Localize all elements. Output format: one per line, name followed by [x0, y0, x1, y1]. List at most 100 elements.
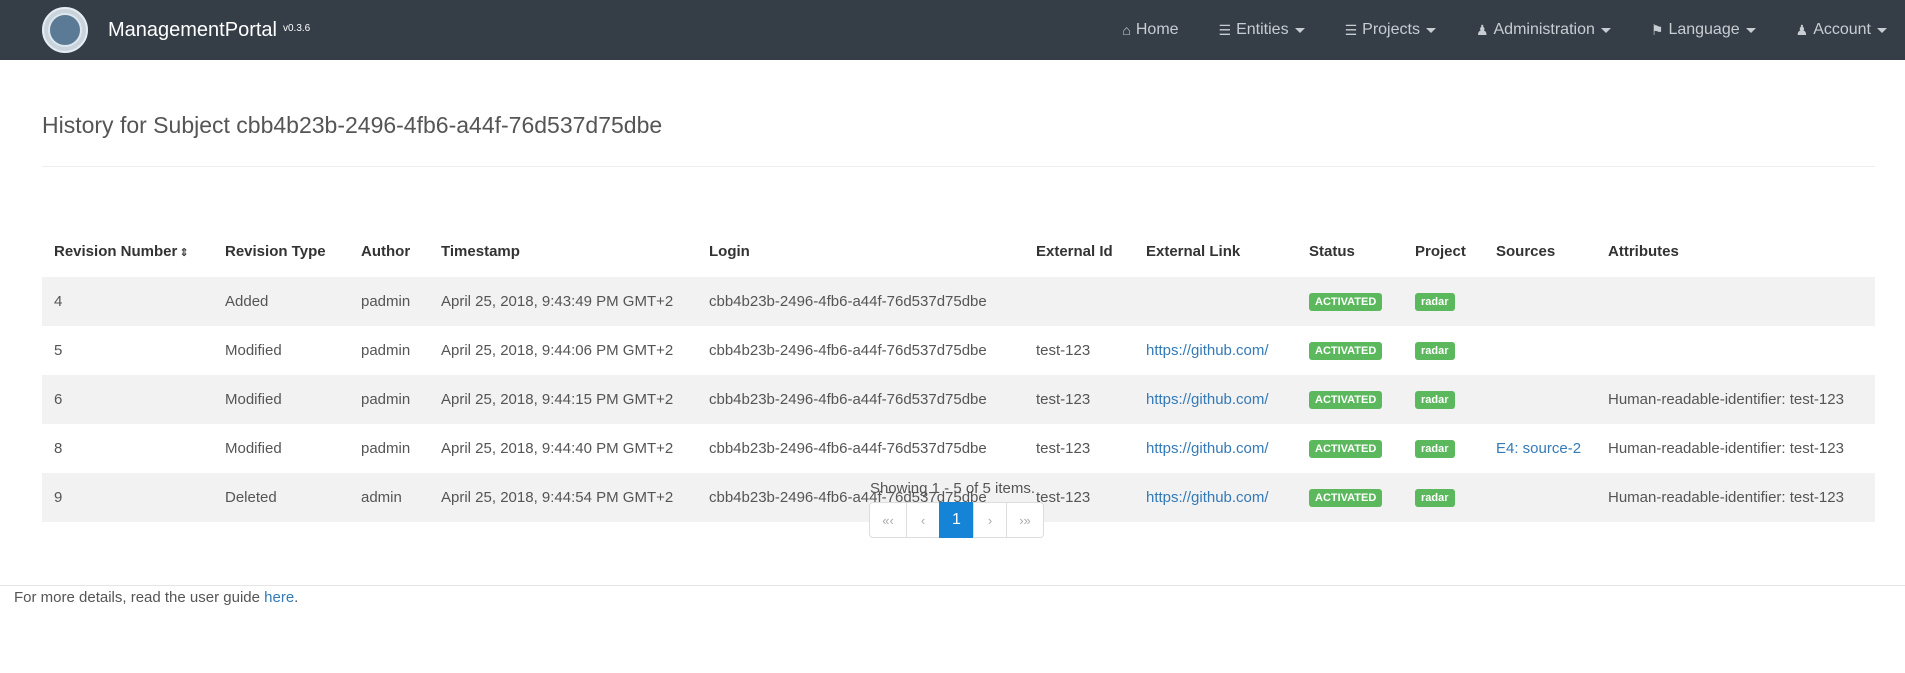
app-logo-icon	[42, 7, 88, 53]
nav-entities[interactable]: ☰ Entities	[1219, 21, 1305, 39]
cell-author: padmin	[361, 342, 411, 359]
cell-external-id	[1024, 277, 1134, 326]
cell-external-link: https://github.com/	[1134, 424, 1297, 473]
list-icon: ☰	[1218, 21, 1232, 38]
col-revision-type: Revision Type	[225, 243, 326, 260]
version-label: v0.3.6	[282, 22, 311, 34]
table-header-row: Revision Number ⇕ Revision Type Author Ti…	[42, 226, 1875, 277]
user-guide-link[interactable]: here	[264, 589, 294, 606]
brand-name[interactable]: ManagementPortal	[108, 19, 277, 42]
col-author: Author	[361, 243, 411, 260]
cell-external-link: https://github.com/	[1134, 375, 1297, 424]
nav-entities-label: Entities	[1236, 21, 1289, 38]
chevron-down-icon	[1425, 27, 1436, 33]
cell-type: Modified	[225, 342, 282, 359]
project-badge[interactable]: radar	[1415, 342, 1455, 360]
cell-external-id: test-123	[1036, 391, 1091, 408]
cell-project: radar	[1403, 326, 1484, 375]
nav-administration-label: Administration	[1493, 21, 1595, 38]
cell-login: cbb4b23b-2496-4fb6-a44f-76d537d75dbe	[709, 391, 987, 408]
chevron-down-icon	[1877, 27, 1887, 33]
nav-projects-label: Projects	[1362, 21, 1420, 38]
home-icon: ⌂	[1122, 22, 1131, 38]
cell-project: radar	[1403, 375, 1484, 424]
cell-external-link	[1134, 277, 1297, 326]
cell-external-id: test-123	[1036, 342, 1091, 359]
cell-author: padmin	[361, 391, 411, 408]
cell-project: radar	[1403, 277, 1484, 326]
table-row: 8 Modified padmin April 25, 2018, 9:44:4…	[42, 424, 1875, 473]
prev-page-button[interactable]: ‹	[906, 502, 940, 538]
cell-login: cbb4b23b-2496-4fb6-a44f-76d537d75dbe	[709, 293, 987, 310]
top-navbar: ManagementPortal v0.3.6 ⌂ Home ☰ Entitie…	[0, 0, 1905, 60]
brand[interactable]: ManagementPortal v0.3.6	[42, 0, 310, 60]
nav-account[interactable]: ♟ Account	[1796, 21, 1887, 39]
table-row: 6 Modified padmin April 25, 2018, 9:44:1…	[42, 375, 1875, 424]
cell-revision: 8	[54, 440, 63, 457]
nav-language[interactable]: ⚑ Language	[1651, 21, 1756, 39]
cell-status: ACTIVATED	[1297, 375, 1403, 424]
history-table: Revision Number ⇕ Revision Type Author Ti…	[42, 226, 1875, 522]
status-badge: ACTIVATED	[1309, 440, 1383, 458]
cell-project: radar	[1403, 424, 1484, 473]
source-link[interactable]: E4: source-2	[1496, 440, 1581, 457]
col-sources: Sources	[1496, 243, 1556, 260]
page-title: History for Subject cbb4b23b-2496-4fb6-a…	[42, 112, 663, 138]
page-1-button[interactable]: 1	[939, 502, 974, 538]
project-badge[interactable]: radar	[1415, 391, 1455, 409]
col-timestamp: Timestamp	[441, 243, 520, 260]
project-badge[interactable]: radar	[1415, 440, 1455, 458]
cell-type: Modified	[225, 391, 282, 408]
external-link[interactable]: https://github.com/	[1146, 440, 1269, 457]
cell-timestamp: April 25, 2018, 9:44:15 PM GMT+2	[441, 391, 674, 408]
user-plus-icon: ♟	[1475, 21, 1489, 38]
cell-status: ACTIVATED	[1297, 277, 1403, 326]
footer-divider	[0, 585, 1905, 586]
chevron-down-icon	[1294, 27, 1305, 33]
flag-icon: ⚑	[1650, 21, 1664, 38]
next-page-button[interactable]: ›	[973, 502, 1007, 538]
cell-sources: E4: source-2	[1484, 424, 1596, 473]
cell-timestamp: April 25, 2018, 9:44:40 PM GMT+2	[441, 440, 674, 457]
divider	[42, 166, 1875, 167]
col-revision-number[interactable]: Revision Number ⇕	[42, 226, 213, 277]
col-external-link: External Link	[1146, 243, 1241, 260]
cell-revision: 5	[54, 342, 63, 359]
last-page-button[interactable]: ›»	[1006, 502, 1044, 538]
table-row: 5 Modified padmin April 25, 2018, 9:44:0…	[42, 326, 1875, 375]
cell-type: Modified	[225, 440, 282, 457]
first-page-button[interactable]: «‹	[869, 502, 907, 538]
nav-menu: ⌂ Home ☰ Entities ☰ Projects ♟ Administr…	[1082, 0, 1887, 60]
external-link[interactable]: https://github.com/	[1146, 342, 1269, 359]
project-badge[interactable]: radar	[1415, 293, 1455, 311]
nav-home[interactable]: ⌂ Home	[1122, 21, 1178, 39]
user-icon: ♟	[1795, 21, 1809, 38]
cell-attributes	[1596, 326, 1875, 375]
nav-account-label: Account	[1813, 21, 1871, 38]
cell-author: padmin	[361, 440, 411, 457]
cell-timestamp: April 25, 2018, 9:44:06 PM GMT+2	[441, 342, 674, 359]
cell-timestamp: April 25, 2018, 9:43:49 PM GMT+2	[441, 293, 674, 310]
chevron-down-icon	[1600, 27, 1611, 33]
cell-status: ACTIVATED	[1297, 424, 1403, 473]
table-row: 4 Added padmin April 25, 2018, 9:43:49 P…	[42, 277, 1875, 326]
chevron-down-icon	[1745, 27, 1756, 33]
cell-external-link: https://github.com/	[1134, 326, 1297, 375]
footer-suffix: .	[294, 589, 299, 606]
cell-type: Added	[225, 293, 269, 310]
cell-author: padmin	[361, 293, 411, 310]
nav-administration[interactable]: ♟ Administration	[1476, 21, 1611, 39]
col-status: Status	[1309, 243, 1355, 260]
nav-projects[interactable]: ☰ Projects	[1345, 21, 1436, 39]
nav-language-label: Language	[1668, 21, 1740, 38]
cell-attributes	[1596, 277, 1875, 326]
pagination-info: Showing 1 - 5 of 5 items.	[869, 480, 1036, 497]
col-login: Login	[709, 243, 750, 260]
status-badge: ACTIVATED	[1309, 391, 1383, 409]
cell-login: cbb4b23b-2496-4fb6-a44f-76d537d75dbe	[709, 342, 987, 359]
sort-icon[interactable]: ⇕	[179, 246, 188, 259]
col-project: Project	[1415, 243, 1466, 260]
external-link[interactable]: https://github.com/	[1146, 391, 1269, 408]
cell-attributes: Human-readable-identifier: test-123	[1608, 391, 1844, 408]
cell-status: ACTIVATED	[1297, 326, 1403, 375]
